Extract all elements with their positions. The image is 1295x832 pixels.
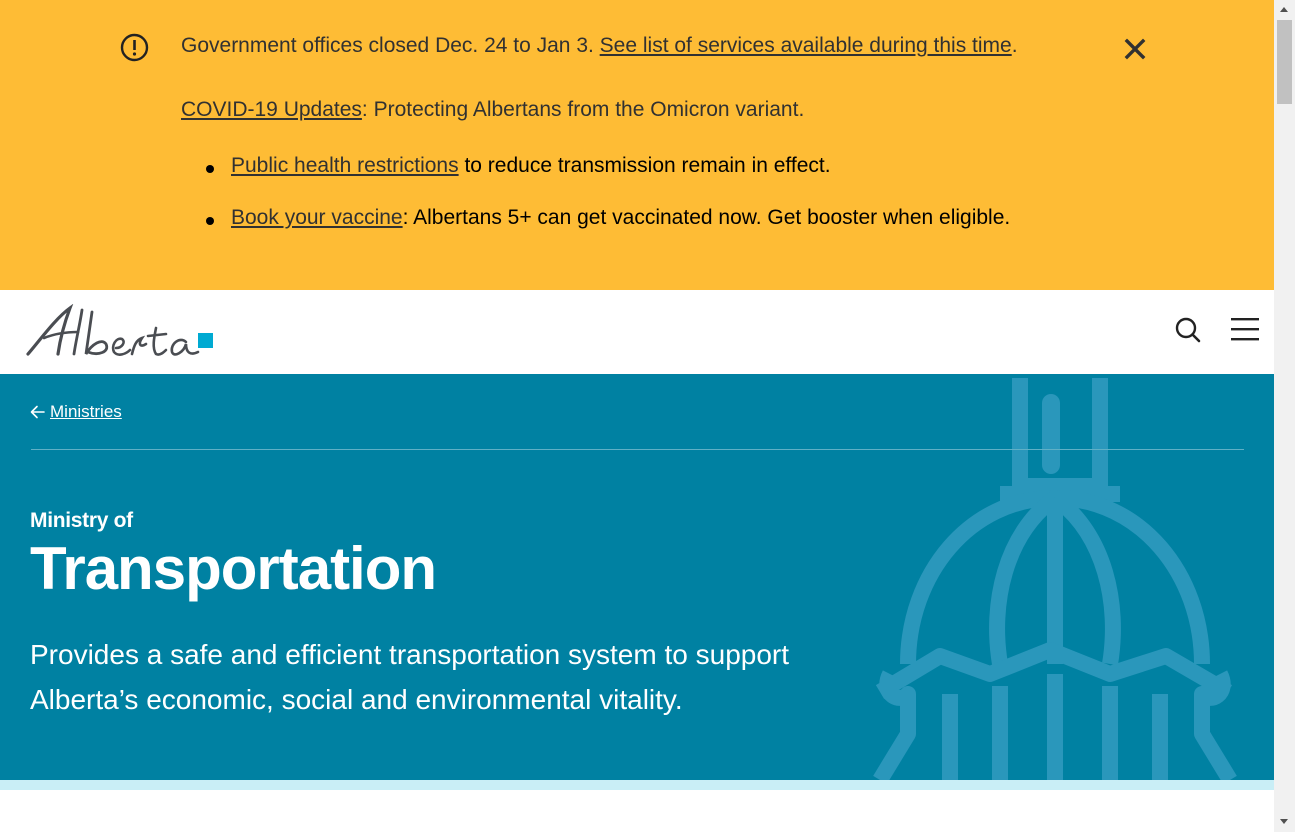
public-health-restrictions-link[interactable]: Public health restrictions xyxy=(231,154,459,177)
arrow-up-icon xyxy=(1280,7,1288,12)
list-item: Book your vaccine: Albertans 5+ can get … xyxy=(205,206,1010,258)
legislature-dome-illustration xyxy=(873,378,1237,780)
covid-notice: COVID-19 Updates: Protecting Albertans f… xyxy=(181,98,804,122)
alert-banner: Government offices closed Dec. 24 to Jan… xyxy=(0,0,1274,290)
bullet-dot xyxy=(206,217,214,225)
page-eyebrow: Ministry of xyxy=(30,509,133,532)
book-vaccine-link[interactable]: Book your vaccine xyxy=(231,206,403,229)
hero-section: Ministries Ministry of Transportation Pr… xyxy=(0,374,1274,780)
bullet-text: to reduce transmission remain in effect. xyxy=(458,154,831,177)
closure-period: . xyxy=(1011,34,1018,57)
vertical-scrollbar[interactable] xyxy=(1274,0,1295,832)
bullet-text: : Albertans 5+ can get vaccinated now. G… xyxy=(402,206,1011,229)
ministries-back-link[interactable]: Ministries xyxy=(50,402,122,422)
page-description: Provides a safe and efficient transporta… xyxy=(30,639,790,715)
bullet-dot xyxy=(206,165,214,173)
hamburger-menu-icon[interactable] xyxy=(1230,316,1260,342)
site-header xyxy=(0,290,1274,374)
scroll-up-button[interactable] xyxy=(1274,0,1295,20)
closure-text: Government offices closed Dec. 24 to Jan… xyxy=(181,34,600,57)
divider xyxy=(31,449,1244,450)
hero-bottom-band xyxy=(0,780,1274,790)
breadcrumb: Ministries xyxy=(30,402,122,422)
exclamation-circle-icon xyxy=(120,33,149,62)
search-icon[interactable] xyxy=(1174,316,1202,344)
covid-updates-link[interactable]: COVID-19 Updates xyxy=(181,98,362,121)
arrow-left-icon xyxy=(30,405,45,419)
services-list-link[interactable]: See list of services available during th… xyxy=(600,34,1012,57)
covid-text: : Protecting Albertans from the Omicron … xyxy=(361,98,805,121)
arrow-down-icon xyxy=(1280,819,1288,824)
list-item: Public health restrictions to reduce tra… xyxy=(205,154,1010,206)
page: Government offices closed Dec. 24 to Jan… xyxy=(0,0,1274,832)
scroll-thumb[interactable] xyxy=(1277,20,1292,104)
page-title: Transportation xyxy=(30,535,437,602)
scroll-down-button[interactable] xyxy=(1274,812,1295,832)
alberta-logo[interactable] xyxy=(26,304,216,360)
alert-bullet-list: Public health restrictions to reduce tra… xyxy=(205,154,1010,258)
closure-notice: Government offices closed Dec. 24 to Jan… xyxy=(181,34,1018,58)
close-icon[interactable] xyxy=(1122,36,1148,62)
